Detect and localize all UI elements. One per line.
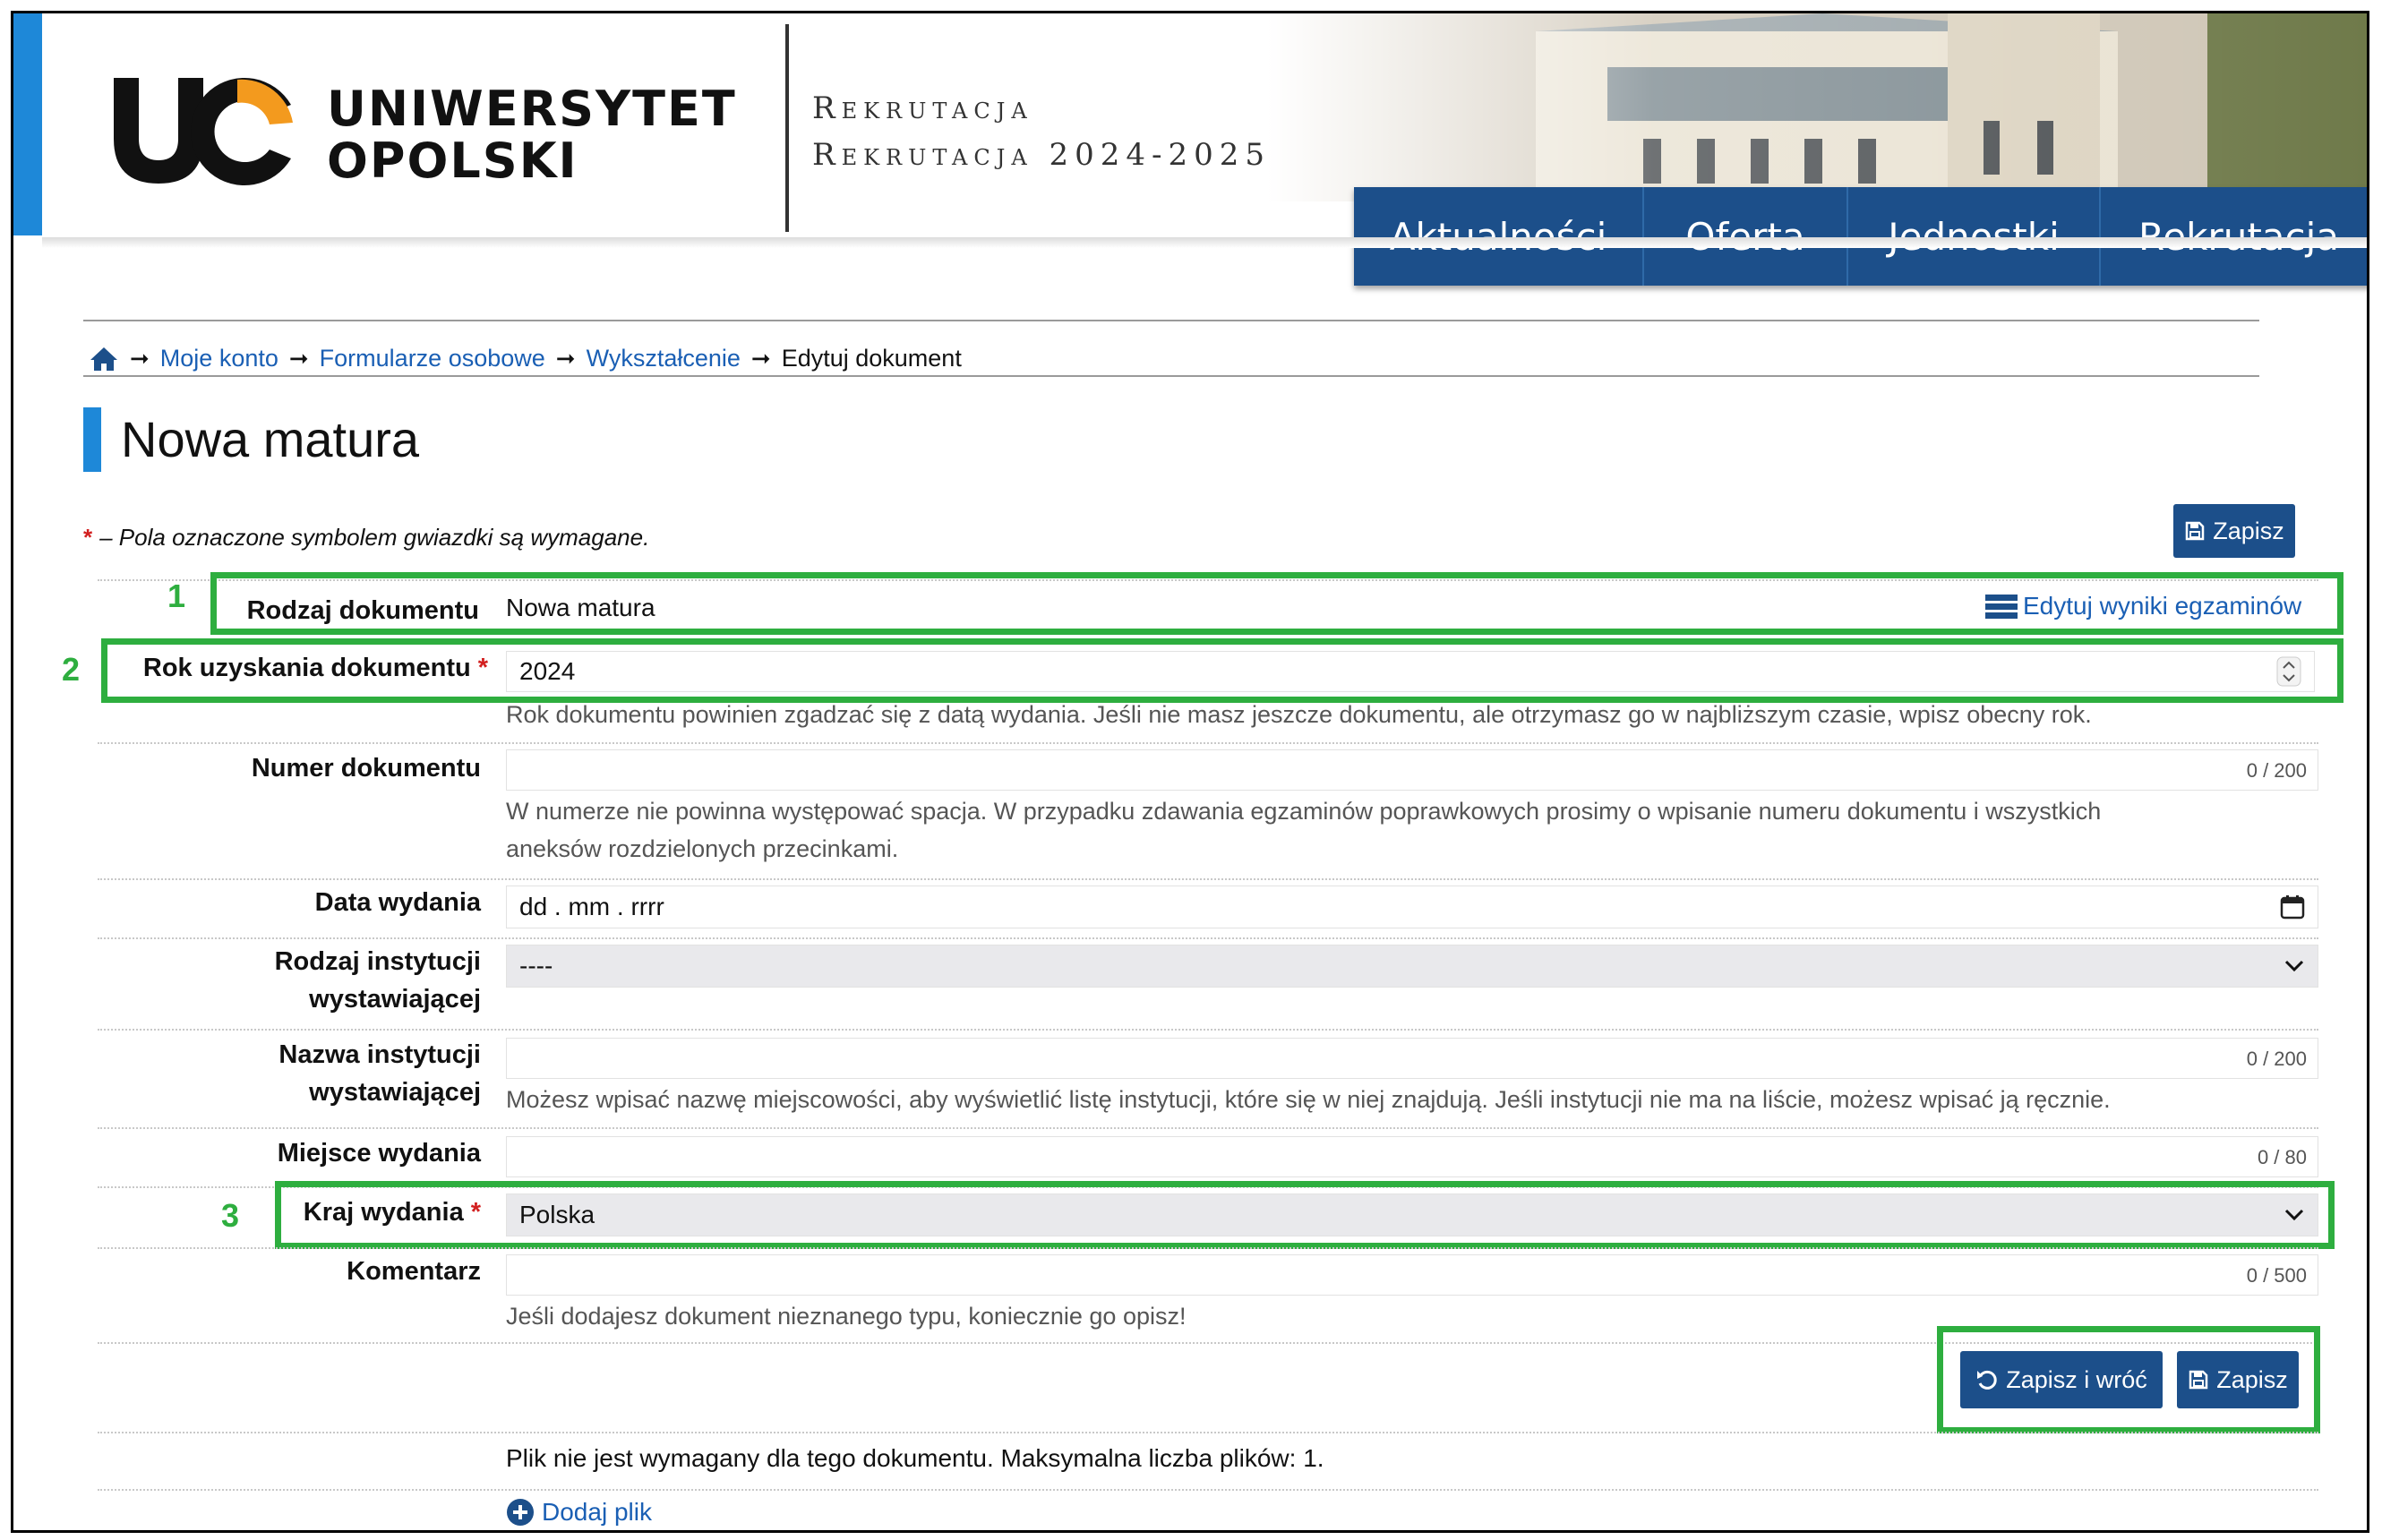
- save-button-bottom[interactable]: Zapisz: [2177, 1351, 2299, 1408]
- nav-jednostki[interactable]: Jednostki: [1848, 187, 2101, 286]
- required-fields-note: * – Pola oznaczone symbolem gwiazdki są w…: [83, 524, 650, 551]
- annotation-number-2: 2: [62, 651, 81, 688]
- breadcrumb-formularze-osobowe[interactable]: Formularze osobowe: [320, 345, 545, 372]
- breadcrumb-moje-konto[interactable]: Moje konto: [160, 345, 278, 372]
- row-separator: [98, 1489, 2318, 1491]
- spinner-icon[interactable]: [2276, 656, 2301, 687]
- breadcrumb-top-rule: [83, 320, 2259, 321]
- nav-oferta[interactable]: Oferta: [1644, 187, 1848, 286]
- edit-exam-results-link[interactable]: Edytuj wyniki egzaminów: [1985, 592, 2301, 620]
- row-separator: [98, 1432, 2318, 1433]
- breadcrumb-arrow-icon: ➞: [555, 345, 576, 372]
- breadcrumb-arrow-icon: ➞: [130, 345, 150, 372]
- row-separator: [98, 1247, 2318, 1249]
- comment-help: Jeśli dodajesz dokument nieznanego typu,…: [506, 1303, 1187, 1330]
- breadcrumb: ➞ Moje konto ➞ Formularze osobowe ➞ Wyks…: [89, 345, 962, 372]
- number-label: Numer dokumentu: [251, 754, 481, 783]
- calendar-icon[interactable]: [2280, 894, 2305, 920]
- place-input[interactable]: 0 / 80: [506, 1136, 2318, 1177]
- place-label: Miejsce wydania: [277, 1139, 481, 1168]
- list-edit-icon: [1985, 595, 2018, 619]
- undo-icon: [1977, 1370, 1997, 1390]
- page-frame: UNIWERSYTET OPOLSKI Rekrutacja Rekrutacj…: [11, 11, 2369, 1533]
- comment-char-counter: 0 / 500: [2246, 1264, 2307, 1287]
- number-help-line1: W numerze nie powinna występować spacja.…: [506, 798, 2102, 825]
- breadcrumb-arrow-icon: ➞: [750, 345, 771, 372]
- institution-name-label: Nazwa instytucji wystawiającej: [278, 1040, 481, 1107]
- country-label: Kraj wydania *: [303, 1198, 481, 1227]
- doc-type-value: Nowa matura: [506, 594, 655, 621]
- file-requirement-note: Plik nie jest wymagany dla tego dokument…: [506, 1444, 1324, 1472]
- save-button-top[interactable]: Zapisz: [2173, 504, 2295, 558]
- title-accent-bar: [83, 407, 101, 472]
- breadcrumb-bottom-rule: [83, 375, 2259, 377]
- breadcrumb-arrow-icon: ➞: [288, 345, 309, 372]
- row-separator: [98, 742, 2318, 744]
- breadcrumb-wyksztalcenie[interactable]: Wykształcenie: [587, 345, 741, 372]
- doc-type-label: Rodzaj dokumentu: [246, 596, 479, 625]
- plus-circle-icon: [507, 1499, 534, 1526]
- main-navigation: Aktualności Oferta Jednostki Rekrutacja: [1354, 187, 2367, 286]
- document-number-input[interactable]: 0 / 200: [506, 749, 2318, 791]
- institution-name-input[interactable]: 0 / 200: [506, 1038, 2318, 1079]
- save-icon: [2185, 521, 2205, 541]
- institution-char-counter: 0 / 200: [2246, 1048, 2307, 1070]
- nav-rekrutacja[interactable]: Rekrutacja: [2101, 187, 2367, 286]
- row-separator: [98, 1127, 2318, 1129]
- year-label: Rok uzyskania dokumentu *: [142, 654, 488, 682]
- chevron-down-icon: [2284, 960, 2304, 972]
- row-separator: [98, 1029, 2318, 1031]
- page-title: Nowa matura: [121, 411, 420, 467]
- home-icon[interactable]: [89, 346, 119, 372]
- header-divider: [785, 24, 789, 232]
- issue-date-input[interactable]: dd . mm . rrrr: [506, 886, 2318, 928]
- university-name: UNIWERSYTET OPOLSKI: [327, 81, 737, 189]
- save-icon: [2189, 1370, 2208, 1390]
- year-help: Rok dokumentu powinien zgadzać się z dat…: [506, 701, 2092, 728]
- campus-building-image: [1267, 13, 2367, 201]
- comment-input[interactable]: 0 / 500: [506, 1254, 2318, 1296]
- add-file-link[interactable]: Dodaj plik: [506, 1498, 652, 1527]
- annotation-number-1: 1: [167, 578, 186, 614]
- header-subtitle: Rekrutacja Rekrutacja 2024-2025: [812, 90, 1272, 173]
- number-char-counter: 0 / 200: [2246, 759, 2307, 782]
- chevron-down-icon: [2284, 1209, 2304, 1221]
- issue-date-label: Data wydania: [314, 888, 481, 917]
- university-logo-icon: [114, 78, 293, 186]
- row-separator: [98, 937, 2318, 939]
- institution-name-help: Możesz wpisać nazwę miejscowości, aby wy…: [506, 1086, 2111, 1113]
- save-and-return-button[interactable]: Zapisz i wróć: [1960, 1351, 2163, 1408]
- header-shadow: [42, 237, 2367, 248]
- breadcrumb-current: Edytuj dokument: [781, 345, 962, 372]
- year-input[interactable]: 2024: [506, 651, 2315, 692]
- number-help-line2: aneksów rozdzielonych przecinkami.: [506, 835, 899, 862]
- institution-type-label: Rodzaj instytucji wystawiającej: [274, 947, 481, 1014]
- comment-label: Komentarz: [347, 1257, 481, 1286]
- row-separator: [98, 878, 2318, 880]
- nav-aktualnosci[interactable]: Aktualności: [1354, 187, 1644, 286]
- country-select[interactable]: Polska: [506, 1194, 2318, 1236]
- institution-type-select[interactable]: ----: [506, 945, 2318, 988]
- place-char-counter: 0 / 80: [2257, 1146, 2307, 1168]
- header-accent-bar: [13, 13, 42, 235]
